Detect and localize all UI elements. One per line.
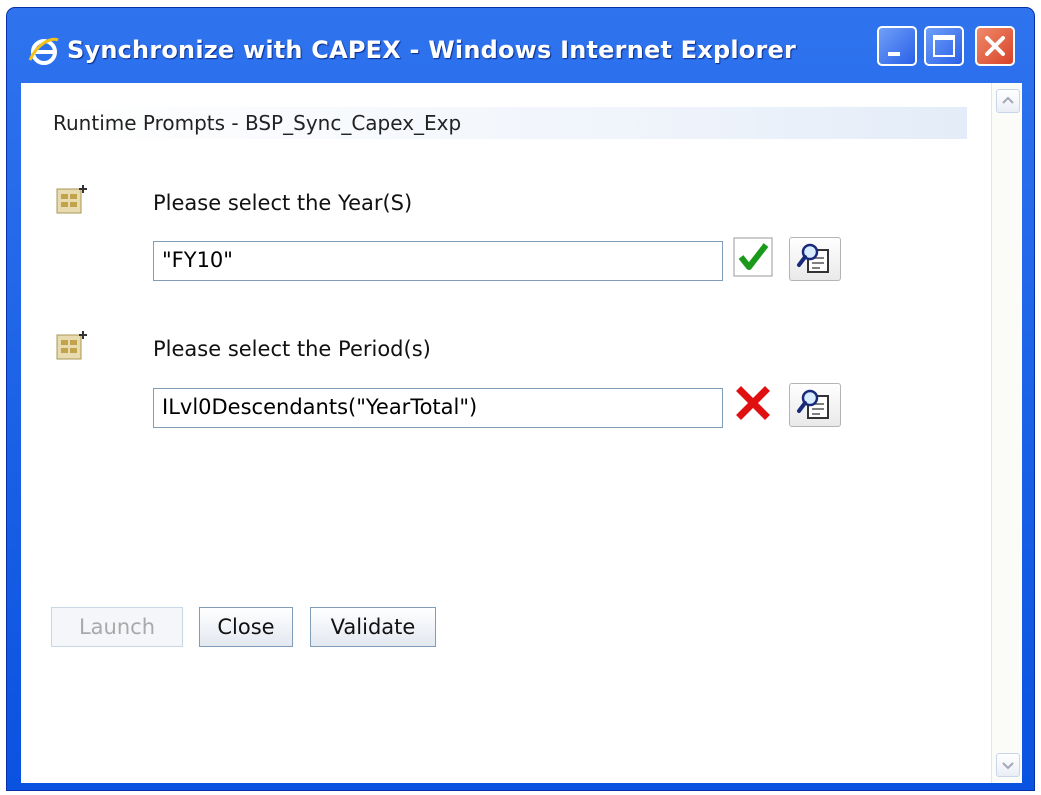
minimize-button[interactable]: [877, 26, 917, 66]
close-window-button[interactable]: [975, 26, 1015, 66]
prompts-header: Runtime Prompts - BSP_Sync_Capex_Exp: [47, 107, 967, 139]
prompts-title: Runtime Prompts - BSP_Sync_Capex_Exp: [53, 111, 462, 135]
period-member-selector-button[interactable]: [789, 383, 841, 427]
ie-logo-icon: [28, 37, 59, 65]
scroll-down-button[interactable]: [996, 753, 1020, 777]
member-selector-icon: [797, 243, 829, 273]
year-prompt-label: Please select the Year(S): [153, 191, 413, 215]
year-input[interactable]: "FY10": [153, 241, 723, 281]
green-checkmark-icon: [733, 237, 773, 277]
variable-prompt-icon: [56, 331, 87, 360]
variable-prompt-icon: [56, 185, 87, 214]
member-selector-icon: [797, 389, 829, 419]
minimize-icon: [888, 52, 900, 56]
launch-button[interactable]: Launch: [51, 607, 183, 647]
maximize-icon: [933, 35, 955, 57]
chevron-down-icon: [1002, 762, 1014, 770]
period-input[interactable]: ILvl0Descendants("YearTotal"): [153, 388, 723, 428]
page-content: Runtime Prompts - BSP_Sync_Capex_Exp Ple…: [21, 83, 1022, 783]
maximize-button[interactable]: [924, 26, 964, 66]
scroll-up-button[interactable]: [996, 89, 1020, 113]
red-x-icon: [736, 386, 770, 420]
chevron-up-icon: [1002, 96, 1014, 104]
period-prompt-label: Please select the Period(s): [153, 337, 431, 361]
year-member-selector-button[interactable]: [789, 237, 841, 281]
validate-button[interactable]: Validate: [310, 607, 436, 647]
close-button[interactable]: Close: [199, 607, 293, 647]
window-title: Synchronize with CAPEX - Windows Interne…: [67, 36, 797, 64]
title-bar[interactable]: Synchronize with CAPEX - Windows Interne…: [7, 8, 1034, 88]
browser-window: Synchronize with CAPEX - Windows Interne…: [6, 7, 1035, 791]
close-icon: [985, 36, 1005, 56]
vertical-scrollbar[interactable]: [991, 83, 1022, 783]
